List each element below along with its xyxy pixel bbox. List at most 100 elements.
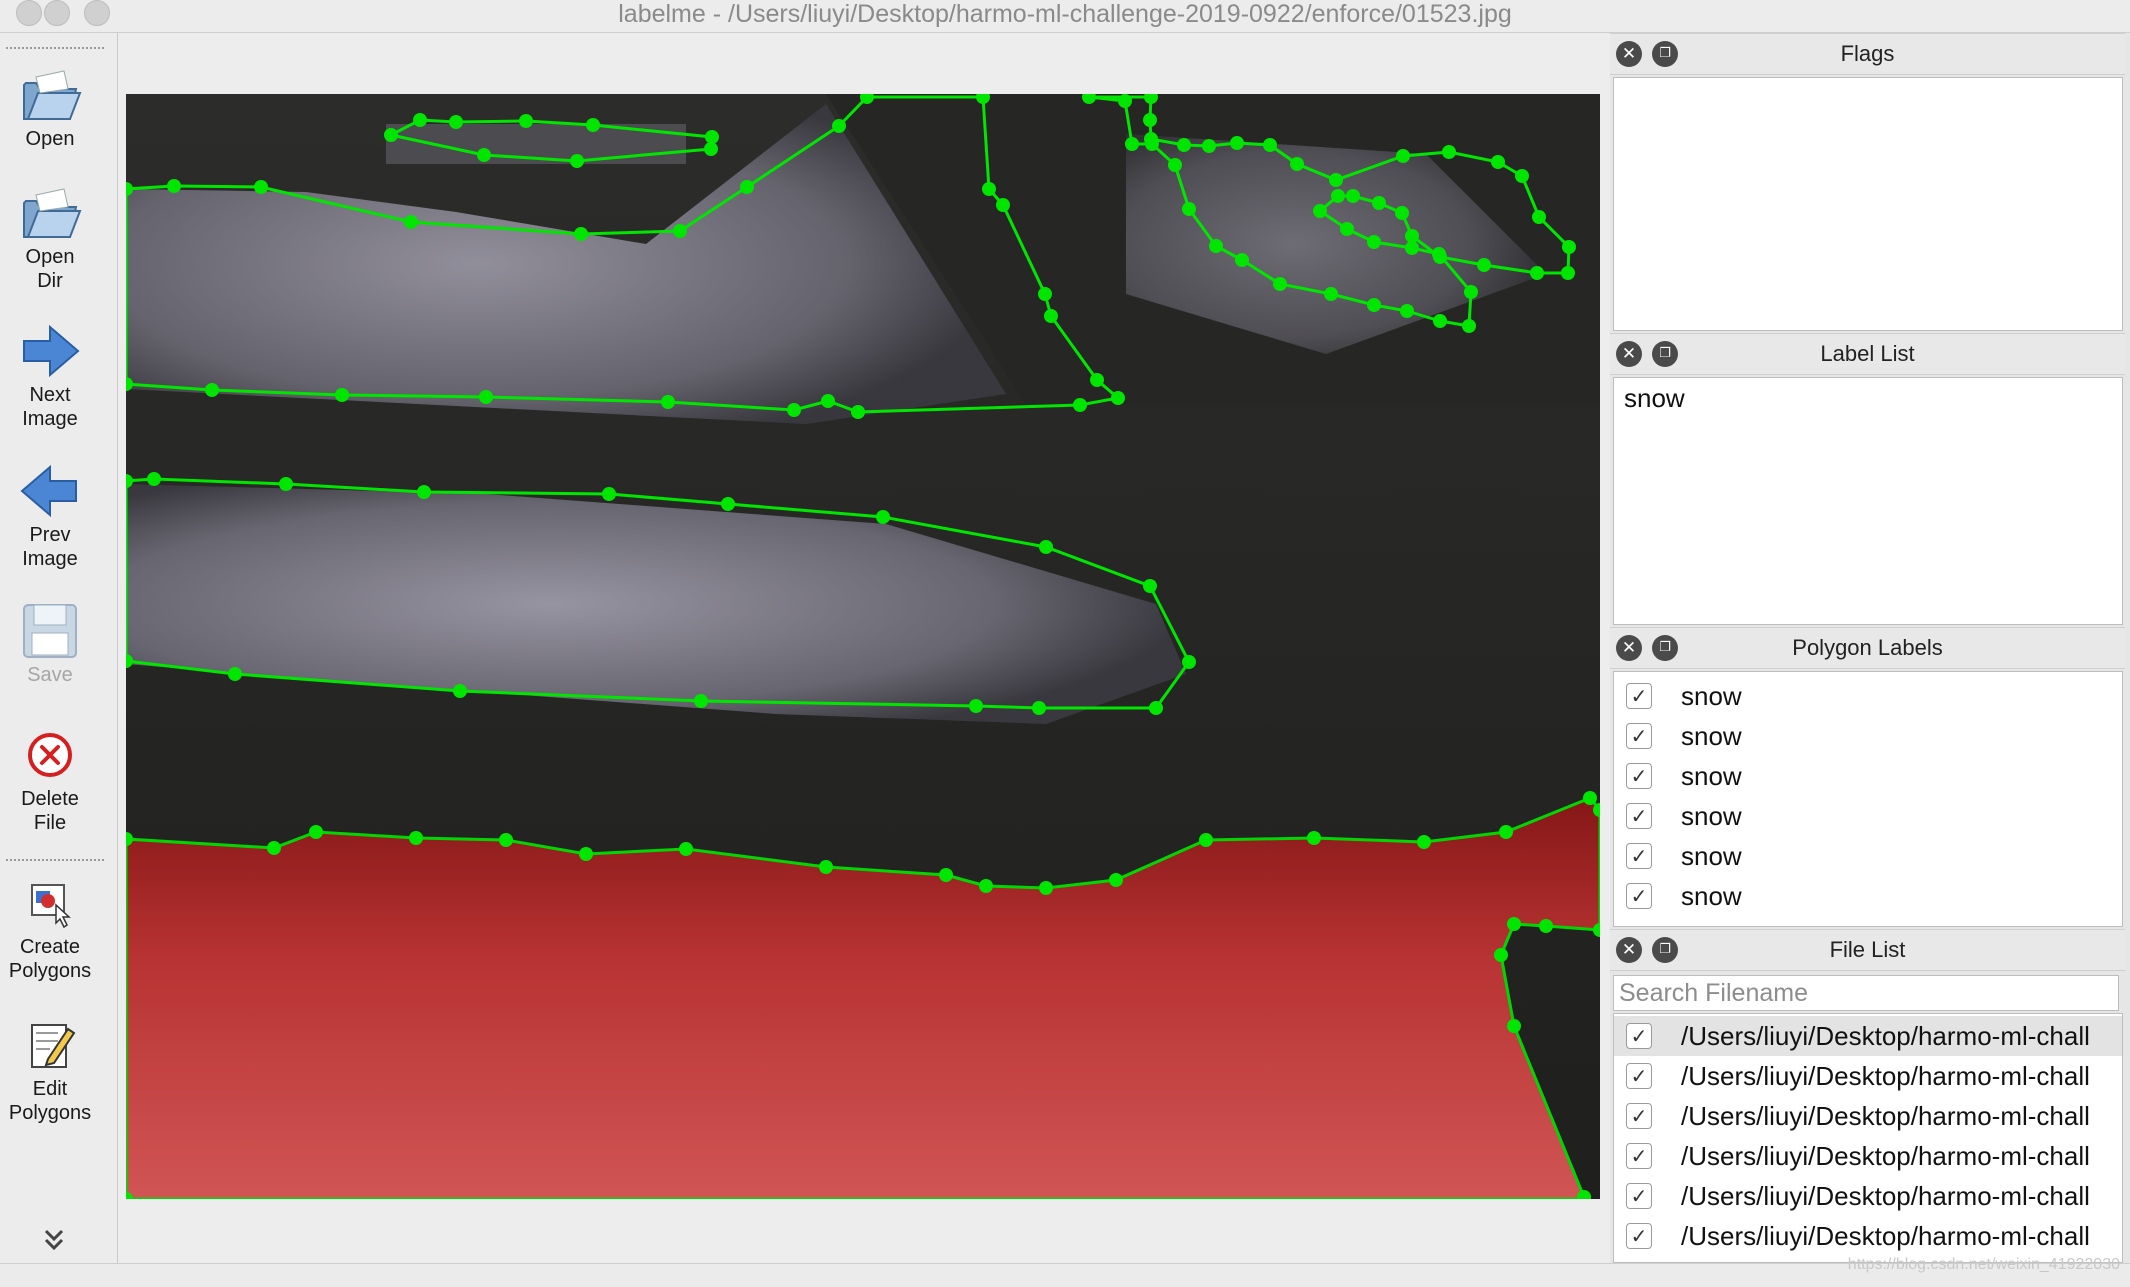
polygon-vertex[interactable] [1307,831,1321,845]
polygon-vertex[interactable] [1273,277,1287,291]
polygon-vertex[interactable] [1432,247,1446,261]
polygon-vertex[interactable] [1039,540,1053,554]
next-image-button[interactable]: Next Image [0,319,100,431]
polygon-vertex[interactable] [228,667,242,681]
polygon-vertex[interactable] [704,142,718,156]
checkbox-checked-icon[interactable]: ✓ [1626,803,1652,829]
polygon-vertex[interactable] [1329,173,1343,187]
polygon-vertex[interactable] [309,825,323,839]
polygon-vertex[interactable] [384,128,398,142]
file-list-item[interactable]: ✓ /Users/liuyi/Desktop/harmo-ml-chall [1614,1216,2122,1256]
polygon-labels-list[interactable]: ✓ snow ✓ snow ✓ snow ✓ snow ✓ snow ✓ snow [1613,671,2123,927]
polygon-vertex[interactable] [982,182,996,196]
polygon-vertex[interactable] [1235,253,1249,267]
polygon-vertex[interactable] [1039,881,1053,895]
polygon-vertex[interactable] [1562,240,1576,254]
polygon-vertex[interactable] [1032,701,1046,715]
polygon-vertex[interactable] [1182,655,1196,669]
polygon-vertex[interactable] [579,847,593,861]
polygon-vertex[interactable] [1491,155,1505,169]
flags-list[interactable] [1613,77,2123,331]
polygon-vertex[interactable] [267,841,281,855]
polygon-vertex[interactable] [1583,791,1597,805]
polygon-vertex[interactable] [1313,204,1327,218]
polygon-vertex[interactable] [1199,833,1213,847]
polygon-vertex[interactable] [1143,113,1157,127]
polygon-vertex[interactable] [1507,1019,1521,1033]
checkbox-checked-icon[interactable]: ✓ [1626,683,1652,709]
polygon-label-item[interactable]: ✓ snow [1614,676,2122,716]
polygon-vertex[interactable] [1405,241,1419,255]
label-list-item[interactable]: snow [1614,378,2122,418]
polygon-vertex[interactable] [939,868,953,882]
polygon-vertex[interactable] [254,180,268,194]
polygon-vertex[interactable] [979,879,993,893]
polygon-vertex[interactable] [1177,138,1191,152]
checkbox-checked-icon[interactable]: ✓ [1626,1183,1652,1209]
polygon-vertex[interactable] [1477,258,1491,272]
polygon-vertex[interactable] [453,684,467,698]
open-button[interactable]: Open [0,63,100,151]
polygon-vertex[interactable] [1263,138,1277,152]
polygon-vertex[interactable] [1395,206,1409,220]
polygon-vertex[interactable] [1290,157,1304,171]
polygon-vertex[interactable] [1346,189,1360,203]
polygon-vertex[interactable] [740,180,754,194]
polygon-vertex[interactable] [1462,319,1476,333]
polygon-vertex[interactable] [335,388,349,402]
polygon-vertex[interactable] [819,860,833,874]
polygon-vertex[interactable] [1539,919,1553,933]
polygon-vertex[interactable] [1109,873,1123,887]
polygon-vertex[interactable] [832,119,846,133]
polygon-vertex[interactable] [574,227,588,241]
open-dir-button[interactable]: Open Dir [0,181,100,293]
polygon-vertex[interactable] [1515,169,1529,183]
polygon-label-item[interactable]: ✓ snow [1614,716,2122,756]
checkbox-checked-icon[interactable]: ✓ [1626,1223,1652,1249]
checkbox-checked-icon[interactable]: ✓ [1626,723,1652,749]
polygon-vertex[interactable] [519,114,533,128]
file-list-item[interactable]: ✓ /Users/liuyi/Desktop/harmo-ml-chall [1614,1096,2122,1136]
polygon-vertex[interactable] [673,224,687,238]
polygon-vertex[interactable] [1499,825,1513,839]
polygon-vertex[interactable] [1168,158,1182,172]
checkbox-checked-icon[interactable]: ✓ [1626,843,1652,869]
polygon-vertex[interactable] [479,390,493,404]
polygon-vertex[interactable] [586,118,600,132]
polygon-vertex[interactable] [1507,917,1521,931]
file-list-item[interactable]: ✓ /Users/liuyi/Desktop/harmo-ml-chall [1614,1176,2122,1216]
polygon-vertex[interactable] [1464,285,1478,299]
polygon-vertex[interactable] [499,833,513,847]
file-list[interactable]: ✓ /Users/liuyi/Desktop/harmo-ml-chall ✓ /U… [1613,1013,2123,1263]
polygon-vertex[interactable] [1340,222,1354,236]
polygon-vertex[interactable] [851,405,865,419]
polygon-vertex[interactable] [205,383,219,397]
polygon-vertex[interactable] [721,497,735,511]
polygon-vertex[interactable] [1073,398,1087,412]
polygon-vertex[interactable] [661,395,675,409]
label-list[interactable]: snow [1613,377,2123,625]
checkbox-checked-icon[interactable]: ✓ [1626,1023,1652,1049]
polygon-label-item[interactable]: ✓ snow [1614,796,2122,836]
polygon-vertex[interactable] [167,179,181,193]
polygon-vertex[interactable] [1400,304,1414,318]
file-list-item[interactable]: ✓ /Users/liuyi/Desktop/harmo-ml-chall [1614,1056,2122,1096]
polygon-vertex[interactable] [1372,196,1386,210]
save-button[interactable]: Save [0,599,100,687]
polygon-vertex[interactable] [413,113,427,127]
polygon-vertex[interactable] [1209,239,1223,253]
polygon-vertex[interactable] [1324,287,1338,301]
toolbar-grip[interactable] [6,47,104,49]
polygon-vertex[interactable] [1532,210,1546,224]
polygon-vertex[interactable] [404,215,418,229]
polygon-vertex[interactable] [279,477,293,491]
checkbox-checked-icon[interactable]: ✓ [1626,763,1652,789]
polygon-vertex[interactable] [1182,202,1196,216]
polygon-vertex[interactable] [477,148,491,162]
annotation-canvas[interactable] [126,94,1600,1199]
polygon-vertex[interactable] [1230,136,1244,150]
polygon-vertex[interactable] [1433,314,1447,328]
prev-image-button[interactable]: Prev Image [0,459,100,571]
delete-file-button[interactable]: Delete File [0,723,100,835]
polygon-vertex[interactable] [147,472,161,486]
